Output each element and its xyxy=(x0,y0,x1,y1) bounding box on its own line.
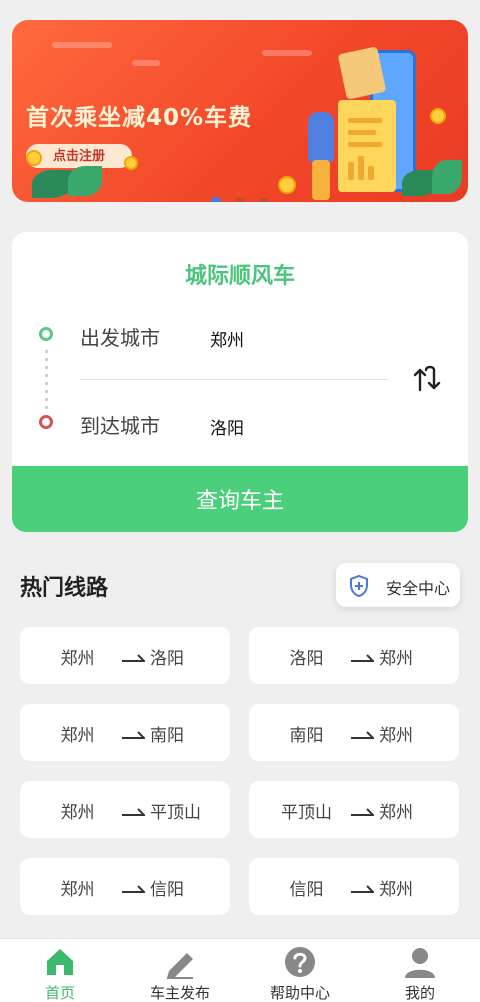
hot-routes-title: 热门线路 xyxy=(20,576,109,601)
search-drivers-button[interactable]: 查询车主 xyxy=(12,466,468,532)
leaf-decoration xyxy=(432,160,462,194)
destination-dot-icon xyxy=(39,415,53,429)
origin-dot-icon xyxy=(39,327,53,341)
route-to: 平顶山 xyxy=(150,803,201,823)
route-from: 洛阳 xyxy=(289,649,324,669)
depart-label: 出发城市 xyxy=(80,326,160,350)
route-arrow-icon xyxy=(122,654,145,662)
route-to: 南阳 xyxy=(150,726,184,746)
leaf-decoration xyxy=(32,170,72,198)
route-card[interactable]: 郑州 信阳 xyxy=(20,858,230,915)
leaf-decoration xyxy=(68,166,102,196)
safety-center-button[interactable]: 安全中心 xyxy=(336,563,460,607)
bottom-tab-bar: 首页 车主发布 帮助中心 我的 xyxy=(0,938,480,1002)
route-arrow-icon xyxy=(351,654,374,662)
tab-driver-post[interactable]: 车主发布 xyxy=(120,939,240,1002)
coin-icon xyxy=(278,176,296,194)
route-to: 郑州 xyxy=(379,803,413,823)
promo-banner[interactable]: 首次乘坐减40%车费 点击注册 xyxy=(12,20,468,202)
tab-label: 首页 xyxy=(44,984,75,1002)
route-arrow-icon xyxy=(122,731,145,739)
route-arrow-icon xyxy=(351,885,374,893)
home-icon xyxy=(47,949,73,975)
arrive-label: 到达城市 xyxy=(80,414,160,438)
carousel-dot[interactable] xyxy=(259,197,269,202)
arrive-city-field[interactable]: 洛阳 xyxy=(210,414,244,439)
route-arrow-icon xyxy=(122,885,145,893)
person-illustration xyxy=(308,112,334,162)
ride-search-card: 城际顺风车 出发城市 郑州 到达城市 洛阳 查询车主 xyxy=(12,232,468,532)
route-from: 平顶山 xyxy=(281,803,332,823)
route-connector xyxy=(45,350,48,410)
coin-icon xyxy=(430,108,446,124)
route-to: 洛阳 xyxy=(150,649,184,669)
route-card[interactable]: 洛阳 郑州 xyxy=(249,627,459,684)
route-card[interactable]: 郑州 南阳 xyxy=(20,704,230,761)
route-from: 郑州 xyxy=(60,726,95,746)
swap-icon[interactable] xyxy=(412,364,442,394)
user-icon xyxy=(405,948,435,978)
route-card[interactable]: 郑州 洛阳 xyxy=(20,627,230,684)
shield-icon xyxy=(350,574,368,598)
receipt-illustration xyxy=(338,100,396,192)
tab-help-center[interactable]: 帮助中心 xyxy=(240,939,360,1002)
depart-city-field[interactable]: 郑州 xyxy=(210,326,244,351)
coin-icon xyxy=(26,150,42,166)
tab-label: 车主发布 xyxy=(149,984,210,1002)
route-to: 郑州 xyxy=(379,880,413,900)
route-arrow-icon xyxy=(122,808,145,816)
route-from: 信阳 xyxy=(289,880,324,900)
route-from: 郑州 xyxy=(60,649,95,669)
route-arrow-icon xyxy=(351,808,374,816)
route-card[interactable]: 南阳 郑州 xyxy=(249,704,459,761)
carousel-dot-active[interactable] xyxy=(211,197,221,202)
route-from: 郑州 xyxy=(60,803,95,823)
safety-center-label: 安全中心 xyxy=(386,579,451,598)
pencil-icon xyxy=(167,953,193,979)
tab-home[interactable]: 首页 xyxy=(0,939,120,1002)
route-card[interactable]: 郑州 平顶山 xyxy=(20,781,230,838)
tab-mine[interactable]: 我的 xyxy=(360,939,480,1002)
route-from: 南阳 xyxy=(289,726,324,746)
route-from: 郑州 xyxy=(60,880,95,900)
route-arrow-icon xyxy=(351,731,374,739)
route-card[interactable]: 信阳 郑州 xyxy=(249,858,459,915)
tab-label: 我的 xyxy=(404,984,435,1002)
route-to: 信阳 xyxy=(150,880,184,900)
tab-label: 帮助中心 xyxy=(269,984,330,1002)
route-to: 郑州 xyxy=(379,726,413,746)
question-icon xyxy=(285,947,315,977)
route-to: 郑州 xyxy=(379,649,413,669)
route-card[interactable]: 平顶山 郑州 xyxy=(249,781,459,838)
field-divider xyxy=(80,379,388,380)
banner-headline: 首次乘坐减40%车费 xyxy=(26,105,253,131)
carousel-dot[interactable] xyxy=(235,197,245,202)
coin-icon xyxy=(124,156,138,170)
card-title: 城际顺风车 xyxy=(184,264,295,289)
